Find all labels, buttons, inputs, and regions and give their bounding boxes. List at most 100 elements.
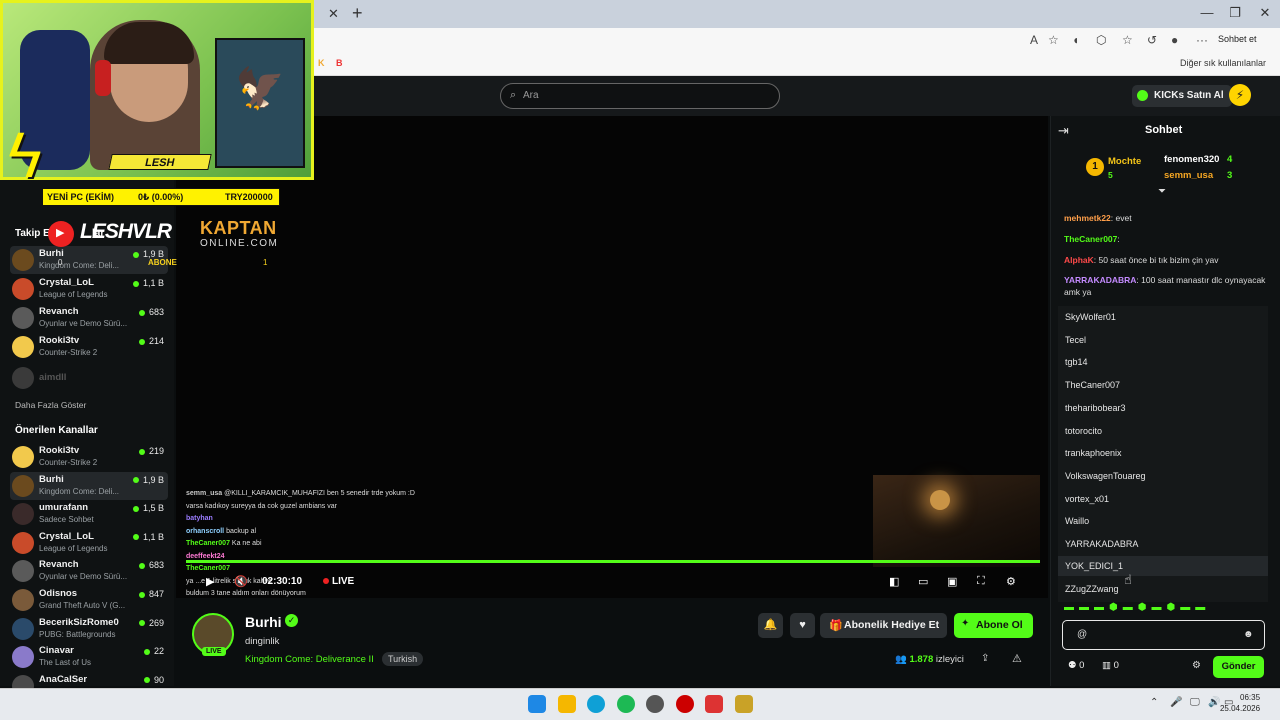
read-aloud-icon[interactable]: A: [1030, 33, 1038, 47]
sidebar-item-burhi[interactable]: Burhi Kingdom Come: Deli... 1,9 B: [10, 246, 168, 274]
pip-icon[interactable]: ▣: [947, 575, 957, 588]
file-explorer-icon[interactable]: [558, 695, 576, 713]
sidebar-item-revanch[interactable]: Revanch Oyunlar ve Demo Sürü... 683: [10, 557, 168, 585]
sidebar-item-rooki3tv[interactable]: Rooki3tv Counter-Strike 2 219: [10, 443, 168, 471]
sidebar-item-revanch[interactable]: Revanch Oyunlar ve Demo Sürü... 683: [10, 304, 168, 332]
chat-settings-gear-icon[interactable]: ⚙: [1192, 660, 1201, 671]
mention-suggestion-item[interactable]: TheCaner007: [1065, 380, 1120, 390]
overlay-chat-text: backup al: [226, 527, 257, 535]
mention-suggestion-item[interactable]: Tecel: [1065, 335, 1086, 345]
sidebar-item-rooki3tv[interactable]: Rooki3tv Counter-Strike 2 214: [10, 333, 168, 361]
sidebar-item-umurafann[interactable]: umurafann Sadece Sohbet 1,5 B: [10, 500, 168, 528]
mic-icon[interactable]: 🎤: [1170, 697, 1182, 708]
leader-1-name[interactable]: Mochte: [1108, 156, 1141, 167]
copilot-chat-button[interactable]: Sohbet et: [1218, 34, 1257, 44]
language-tag[interactable]: Turkish: [382, 652, 424, 666]
bookmark-b[interactable]: B: [336, 58, 343, 68]
store-stat[interactable]: ▥ 0: [1102, 660, 1119, 671]
maximize-window-icon[interactable]: ❐: [1220, 5, 1250, 21]
chat-username[interactable]: mehmetk22: [1064, 213, 1111, 223]
fullscreen-icon[interactable]: ⛶: [977, 575, 985, 588]
clock[interactable]: 06:35 25.04.2026: [1220, 692, 1260, 713]
notification-bell-icon[interactable]: 🔔: [758, 613, 783, 638]
mention-suggestion-item[interactable]: tgb14: [1065, 357, 1088, 367]
network-icon[interactable]: 🖵: [1190, 697, 1200, 708]
points-value: 0: [1079, 660, 1085, 671]
emoji-icon[interactable]: ☻: [1243, 629, 1254, 640]
more-menu-icon[interactable]: ···: [1196, 33, 1208, 47]
tray-chevron-icon[interactable]: ⌃: [1150, 697, 1158, 708]
streamer-name[interactable]: Burhi: [245, 614, 282, 630]
bolt-icon[interactable]: ⚡: [1229, 84, 1251, 106]
follow-heart-icon[interactable]: ♥: [790, 613, 815, 638]
volume-icon[interactable]: 🔊: [1208, 697, 1220, 708]
opera-icon[interactable]: [676, 695, 694, 713]
mute-icon[interactable]: 🔇: [234, 575, 248, 588]
mention-suggestion-item[interactable]: YARRAKADABRA: [1065, 539, 1138, 549]
share-icon[interactable]: ⇪: [981, 653, 989, 664]
history-icon[interactable]: ↺: [1147, 33, 1157, 47]
chat-username[interactable]: YARRAKADABRA: [1064, 275, 1136, 285]
emote-bar[interactable]: ▬▬▬⬢▬⬢▬⬢▬▬: [1064, 602, 1210, 613]
app-icon[interactable]: [646, 695, 664, 713]
video-progress-bar[interactable]: [186, 560, 1040, 563]
sidebar-item-crystal_lol[interactable]: Crystal_LoL League of Legends 1,1 B: [10, 529, 168, 557]
mention-suggestion-item[interactable]: vortex_x01: [1065, 494, 1109, 504]
mouse-cursor-icon: ☝: [1124, 572, 1132, 587]
sidebar-item-crystal_lol[interactable]: Crystal_LoL League of Legends 1,1 B: [10, 275, 168, 303]
profile-icon[interactable]: ●: [1171, 33, 1178, 47]
theater-icon[interactable]: ▭: [918, 575, 928, 588]
sidebar-item-beceriksizrome0[interactable]: BecerikSizRome0 PUBG: Battlegrounds 269: [10, 615, 168, 643]
abone-label: ABONE: [148, 258, 177, 267]
close-tab-icon[interactable]: ✕: [328, 6, 339, 22]
voice-icon[interactable]: ◖: [1072, 33, 1079, 47]
sidebar-item-offline[interactable]: aimdll: [10, 364, 168, 392]
report-icon[interactable]: ⚠: [1012, 652, 1022, 665]
mention-suggestion-item[interactable]: totorocito: [1065, 426, 1102, 436]
play-icon[interactable]: ▶: [206, 575, 214, 588]
chat-input[interactable]: [1062, 620, 1265, 650]
lamp-light: [930, 490, 950, 510]
leader-2-name[interactable]: fenomen320: [1164, 154, 1219, 165]
mention-suggestion-item[interactable]: theharibobear3: [1065, 403, 1126, 413]
channel-name: aimdll: [39, 372, 67, 383]
mention-suggestion-item[interactable]: SkyWolfer01: [1065, 312, 1116, 322]
send-button[interactable]: Gönder: [1213, 656, 1264, 678]
mention-suggestion-item[interactable]: Waillo: [1065, 516, 1089, 526]
chat-username[interactable]: TheCaner007: [1064, 234, 1117, 244]
edge-browser-icon[interactable]: [587, 695, 605, 713]
new-tab-button[interactable]: +: [352, 3, 363, 24]
stream-category[interactable]: Kingdom Come: Deliverance II: [245, 654, 374, 665]
mention-suggestion-item[interactable]: ZZugZZwang: [1065, 584, 1119, 594]
show-more-link[interactable]: Daha Fazla Göster: [15, 400, 86, 410]
other-bookmarks[interactable]: Diğer sık kullanılanlar: [1180, 58, 1266, 68]
star-icon: ✦: [961, 618, 970, 629]
viewer-count: 90: [144, 675, 164, 685]
start-menu-icon[interactable]: [528, 695, 546, 713]
app-red-icon[interactable]: [705, 695, 723, 713]
league-icon[interactable]: [735, 695, 753, 713]
expand-leaderboard-icon[interactable]: ⏷: [1158, 186, 1166, 197]
minimize-window-icon[interactable]: —: [1192, 5, 1222, 20]
leader-3-name[interactable]: semm_usa: [1164, 170, 1213, 181]
bookmark-k[interactable]: K: [318, 58, 325, 68]
sidebar-item-odisnos[interactable]: Odisnos Grand Theft Auto V (G... 847: [10, 586, 168, 614]
points-stat[interactable]: ⚉ 0: [1068, 660, 1084, 671]
mention-suggestion-item[interactable]: VolkswagenTouareg: [1065, 471, 1146, 481]
close-window-icon[interactable]: ✕: [1250, 5, 1280, 21]
collapse-chat-icon[interactable]: ⇥: [1058, 123, 1069, 139]
sidebar-item-burhi[interactable]: Burhi Kingdom Come: Deli... 1,9 B: [10, 471, 168, 500]
store-value: 0: [1113, 660, 1119, 671]
favorite-icon[interactable]: ☆: [1048, 33, 1059, 47]
extensions-icon[interactable]: ⬡: [1096, 33, 1106, 47]
search-input[interactable]: [500, 83, 780, 109]
settings-gear-icon[interactable]: ⚙: [1006, 575, 1016, 588]
sidebar-item-cinavar[interactable]: Cinavar The Last of Us 22: [10, 643, 168, 671]
favorites-list-icon[interactable]: ☆: [1122, 33, 1133, 47]
chat-username[interactable]: AlphaK: [1064, 255, 1094, 265]
mention-suggestion-item[interactable]: YOK_EDICI_1: [1058, 555, 1268, 576]
chat-message: mehmetk22: evet: [1064, 213, 1132, 223]
spotify-icon[interactable]: [617, 695, 635, 713]
mention-suggestion-item[interactable]: trankaphoenix: [1065, 448, 1122, 458]
clip-icon[interactable]: ◧: [889, 575, 899, 588]
